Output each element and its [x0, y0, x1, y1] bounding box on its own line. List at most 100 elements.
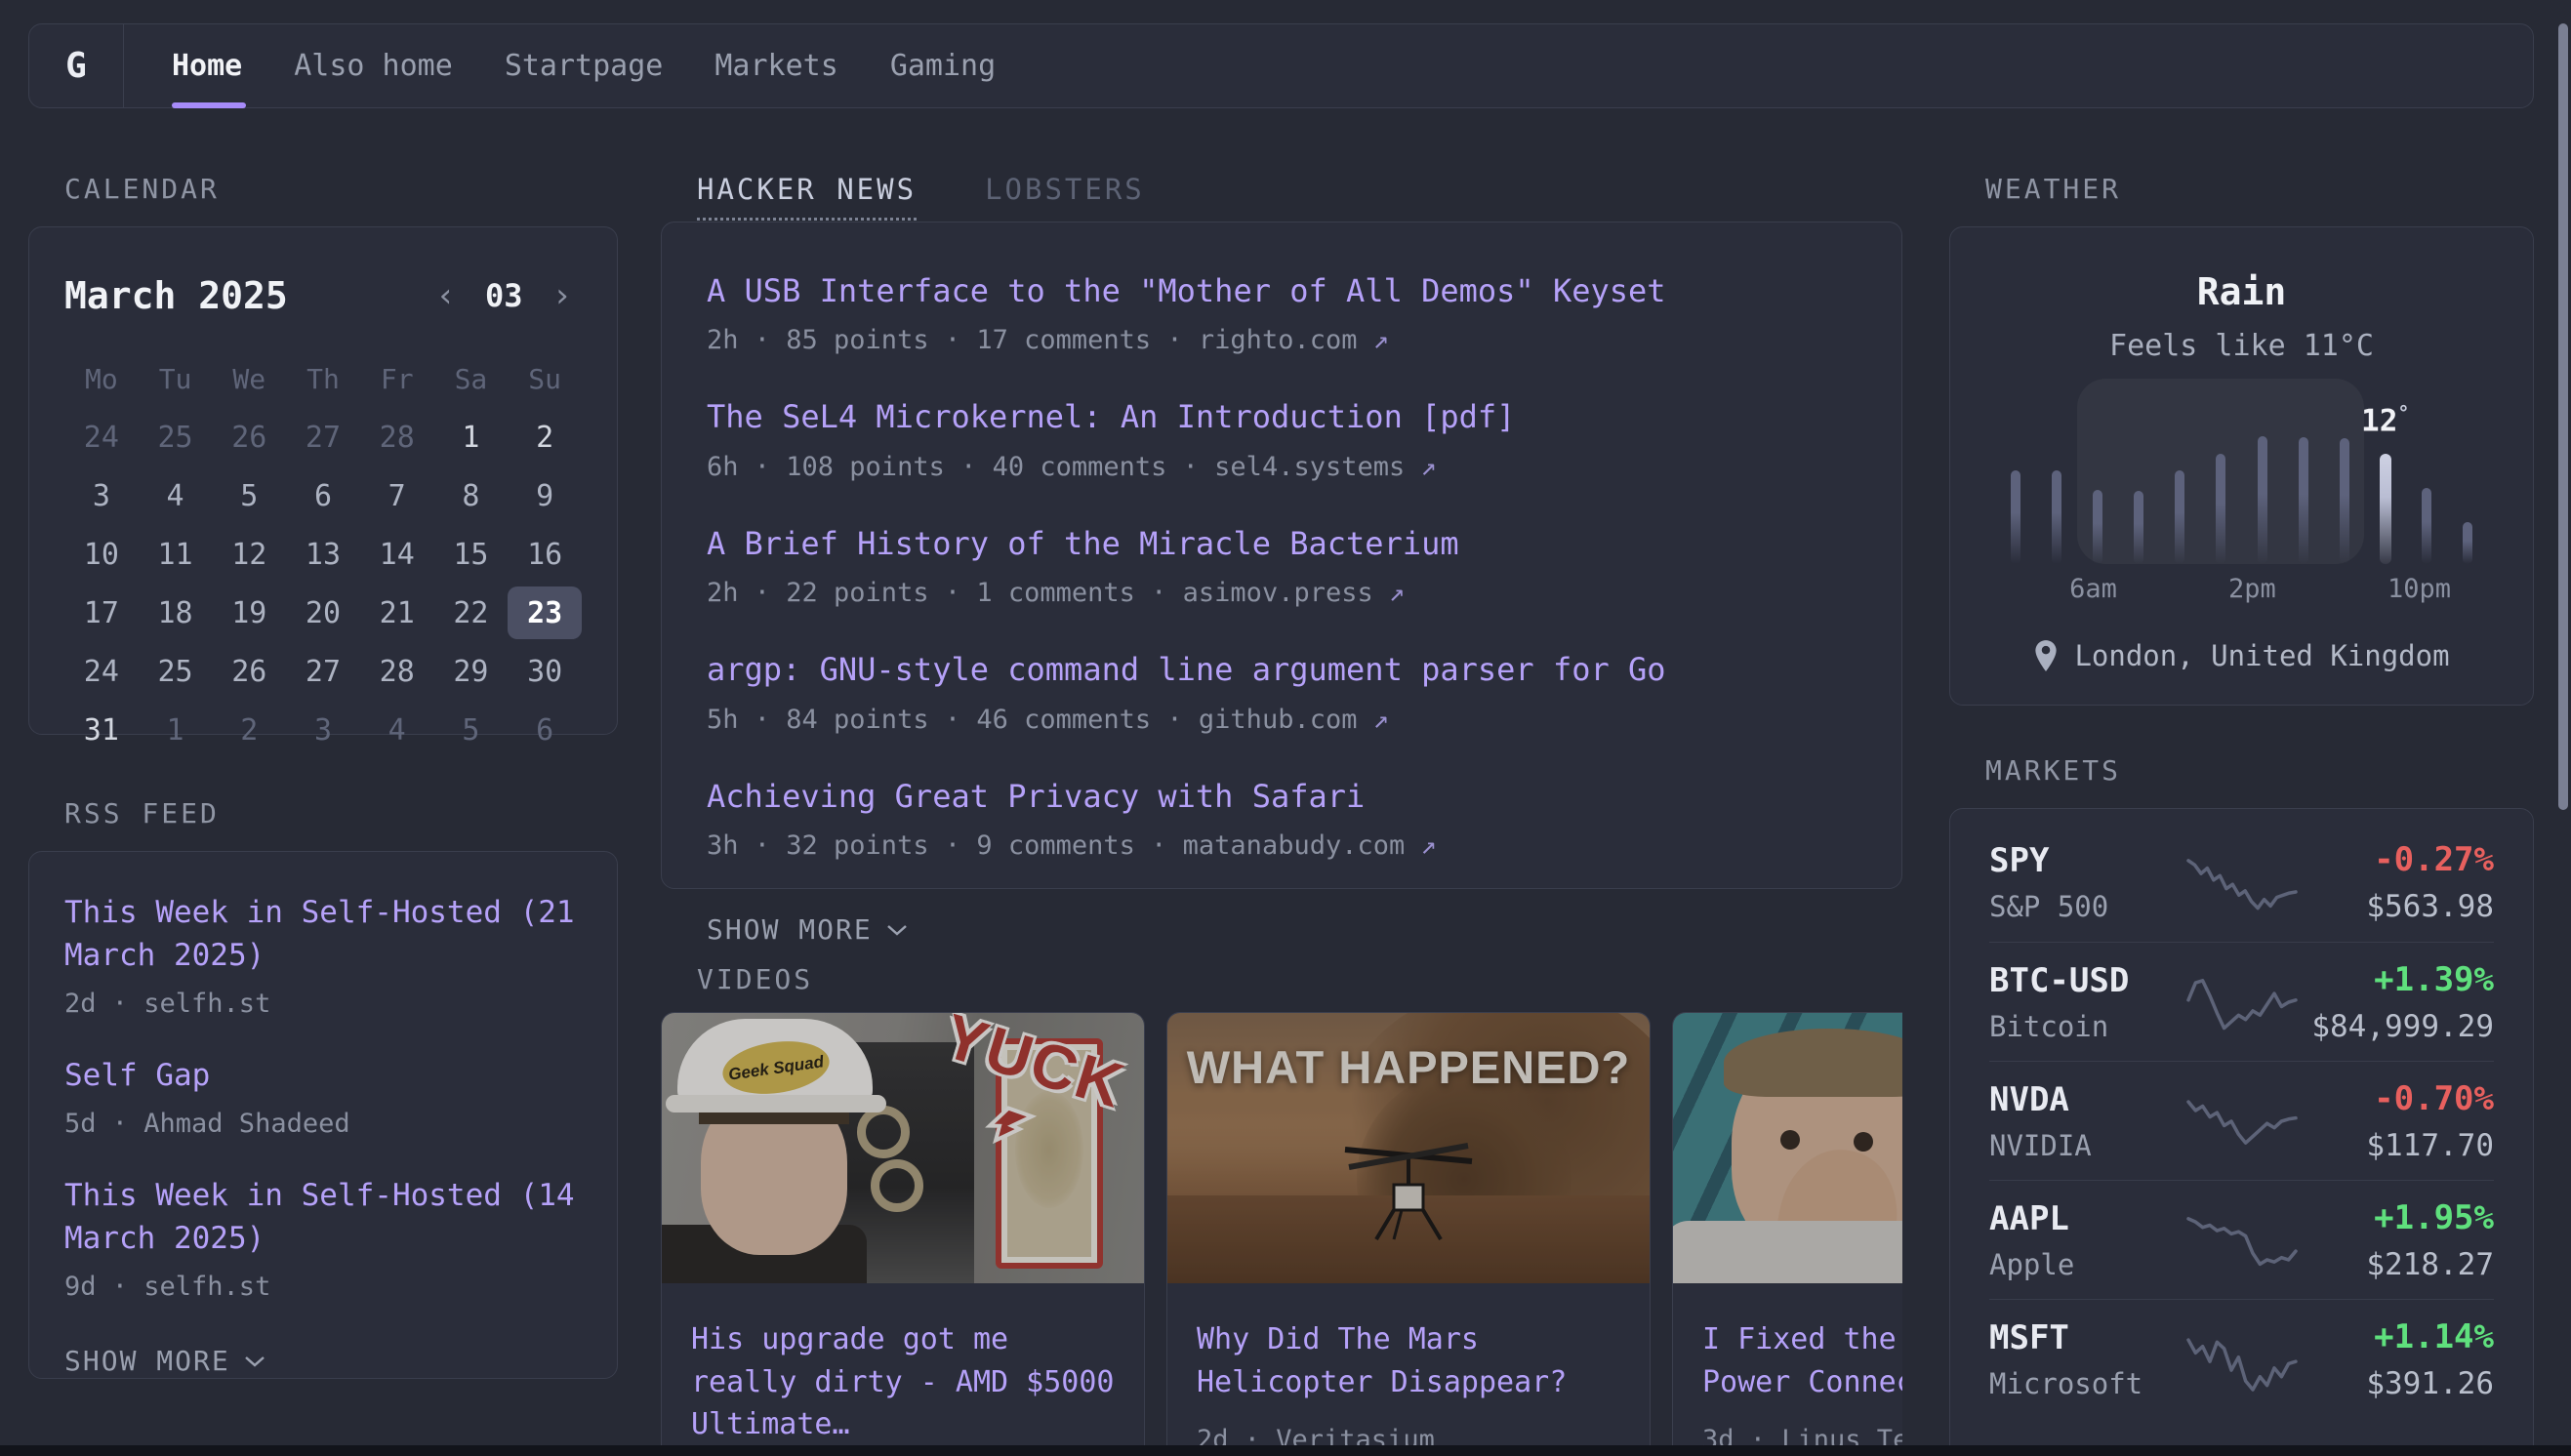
calendar-day[interactable]: 17 [64, 586, 139, 639]
weather-time-label [2032, 574, 2069, 604]
video-title[interactable]: I Fixed the 5 Power Connect [1702, 1318, 1902, 1403]
calendar-day[interactable]: 22 [434, 586, 509, 639]
rss-item-meta: 9d · selfh.st [64, 1272, 582, 1302]
calendar-day[interactable]: 30 [508, 645, 582, 698]
calendar-day[interactable]: 5 [212, 469, 286, 522]
calendar-day[interactable]: 6 [508, 704, 582, 756]
news-item-title[interactable]: Achieving Great Privacy with Safari [707, 775, 1857, 819]
rss-item-meta: 2d · selfh.st [64, 989, 582, 1019]
market-row[interactable]: MSFT Microsoft +1.14% $391.26 [1989, 1299, 2494, 1418]
calendar-prev-icon[interactable]: ‹ [436, 279, 456, 312]
calendar-day[interactable]: 29 [434, 645, 509, 698]
calendar-day[interactable]: 4 [360, 704, 434, 756]
calendar-day[interactable]: 26 [212, 645, 286, 698]
calendar-day[interactable]: 13 [286, 528, 360, 581]
video-title[interactable]: His upgrade got me really dirty - AMD $5… [691, 1318, 1115, 1446]
video-card[interactable]: WHAT HAPPENED? [1166, 1012, 1651, 1456]
market-price: $563.98 [2299, 889, 2494, 924]
video-card[interactable]: Geek Squad YUCK His upgrade got me reall… [661, 1012, 1145, 1456]
weather-bar [2011, 470, 2020, 564]
weather-bar [2052, 470, 2061, 564]
weather-bar [2340, 438, 2349, 564]
news-item-title[interactable]: argp: GNU-style command line argument pa… [707, 648, 1857, 692]
market-row[interactable]: SPY S&P 500 -0.27% $563.98 [1989, 823, 2494, 942]
calendar-day-selected[interactable]: 23 [508, 586, 582, 639]
calendar-day[interactable]: 15 [434, 528, 509, 581]
market-price: $218.27 [2299, 1247, 2494, 1282]
market-symbol: NVDA [1989, 1080, 2184, 1119]
news-item-title[interactable]: The SeL4 Microkernel: An Introduction [p… [707, 395, 1857, 439]
calendar-day[interactable]: 4 [139, 469, 213, 522]
calendar-day[interactable]: 20 [286, 586, 360, 639]
calendar-day[interactable]: 21 [360, 586, 434, 639]
calendar-day[interactable]: 7 [360, 469, 434, 522]
market-name: NVIDIA [1989, 1129, 2184, 1162]
calendar-day[interactable]: 14 [360, 528, 434, 581]
calendar-day[interactable]: 24 [64, 411, 139, 464]
calendar-day[interactable]: 2 [508, 411, 582, 464]
news-item-title[interactable]: A Brief History of the Miracle Bacterium [707, 522, 1857, 566]
calendar-day[interactable]: 1 [139, 704, 213, 756]
calendar-day[interactable]: 28 [360, 411, 434, 464]
video-title[interactable]: Why Did The Mars Helicopter Disappear? [1197, 1318, 1620, 1403]
news-show-more-button[interactable]: SHOW MORE [707, 913, 1857, 946]
market-row[interactable]: NVDA NVIDIA -0.70% $117.70 [1989, 1061, 2494, 1180]
weather-bar-slot [2324, 392, 2365, 564]
rss-item-title[interactable]: This Week in Self-Hosted (21 March 2025) [64, 891, 582, 977]
calendar-weekday: Mo [64, 352, 139, 405]
chevron-down-icon [886, 924, 908, 936]
calendar-day[interactable]: 27 [286, 411, 360, 464]
calendar-day[interactable]: 16 [508, 528, 582, 581]
nav-tab-markets[interactable]: Markets [714, 24, 837, 107]
rss-item-title[interactable]: Self Gap [64, 1054, 582, 1097]
sparkline-chart [2188, 972, 2296, 1032]
calendar-day[interactable]: 12 [212, 528, 286, 581]
calendar-day[interactable]: 11 [139, 528, 213, 581]
external-link-icon[interactable]: ↗ [1421, 452, 1437, 482]
calendar-day[interactable]: 25 [139, 645, 213, 698]
calendar-day[interactable]: 26 [212, 411, 286, 464]
markets-widget: SPY S&P 500 -0.27% $563.98 BTC-USD Bitco… [1949, 808, 2534, 1456]
tab-lobsters[interactable]: LOBSTERS [985, 173, 1145, 218]
calendar-day[interactable]: 31 [64, 704, 139, 756]
calendar-day[interactable]: 3 [286, 704, 360, 756]
video-card[interactable]: DO TH T I Fixed the 5 Power Connect 3d ·… [1672, 1012, 1902, 1456]
tab-hacker-news[interactable]: HACKER NEWS [697, 173, 917, 221]
app-logo[interactable]: G [29, 24, 124, 107]
calendar-day[interactable]: 8 [434, 469, 509, 522]
weather-time-label: 2pm [2228, 574, 2276, 604]
calendar-day[interactable]: 24 [64, 645, 139, 698]
external-link-icon[interactable]: ↗ [1421, 830, 1437, 861]
external-link-icon[interactable]: ↗ [1389, 578, 1405, 608]
external-link-icon[interactable]: ↗ [1373, 325, 1389, 355]
calendar-day[interactable]: 19 [212, 586, 286, 639]
news-tabs: HACKER NEWS LOBSTERS [661, 173, 1902, 222]
nav-tab-startpage[interactable]: Startpage [505, 24, 664, 107]
market-row[interactable]: AAPL Apple +1.95% $218.27 [1989, 1180, 2494, 1299]
nav-tab-gaming[interactable]: Gaming [890, 24, 996, 107]
calendar-day[interactable]: 28 [360, 645, 434, 698]
calendar-day[interactable]: 2 [212, 704, 286, 756]
rss-item-title[interactable]: This Week in Self-Hosted (14 March 2025) [64, 1174, 582, 1260]
calendar-day[interactable]: 1 [434, 411, 509, 464]
market-row[interactable]: BTC-USD Bitcoin +1.39% $84,999.29 [1989, 942, 2494, 1061]
calendar-day[interactable]: 3 [64, 469, 139, 522]
calendar-day[interactable]: 18 [139, 586, 213, 639]
calendar-day[interactable]: 5 [434, 704, 509, 756]
calendar-day[interactable]: 25 [139, 411, 213, 464]
news-item-title[interactable]: A USB Interface to the "Mother of All De… [707, 269, 1857, 313]
rss-show-more-button[interactable]: SHOW MORE [64, 1345, 582, 1377]
market-symbol: BTC-USD [1989, 961, 2184, 1000]
calendar-day[interactable]: 27 [286, 645, 360, 698]
market-symbol: SPY [1989, 841, 2184, 880]
calendar-next-icon[interactable]: › [552, 279, 572, 312]
market-symbol: MSFT [1989, 1318, 2184, 1357]
calendar-day[interactable]: 10 [64, 528, 139, 581]
calendar-day[interactable]: 9 [508, 469, 582, 522]
nav-tab-home[interactable]: Home [172, 24, 242, 107]
external-link-icon[interactable]: ↗ [1373, 705, 1389, 735]
nav-tab-also-home[interactable]: Also home [294, 24, 453, 107]
scrollbar-thumb[interactable] [2558, 23, 2568, 810]
calendar-grid: MoTuWeThFrSaSu24252627281234567891011121… [64, 352, 582, 756]
calendar-day[interactable]: 6 [286, 469, 360, 522]
